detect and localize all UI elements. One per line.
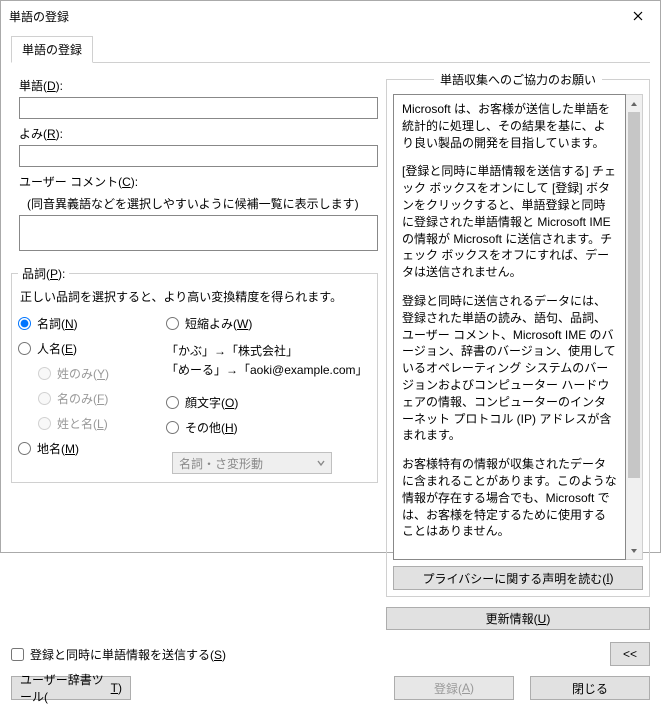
comment-label: ユーザー コメント(C): (19, 173, 378, 190)
chevron-down-icon (317, 456, 325, 470)
radio-mei: 名のみ(F) (38, 390, 154, 407)
window-title: 単語の登録 (9, 8, 615, 25)
example-line1: 「かぶ」→「株式会社」 (166, 342, 371, 361)
yomi-label: よみ(R): (19, 125, 378, 142)
cooperation-legend: 単語収集へのご協力のお願い (434, 71, 602, 88)
scroll-track[interactable] (626, 112, 642, 542)
register-button: 登録(A) (394, 676, 514, 700)
user-dict-tool-button[interactable]: ユーザー辞書ツール(T) (11, 676, 131, 700)
radio-tanshuku[interactable]: 短縮よみ(W) (166, 315, 371, 332)
info-scrollbar[interactable] (626, 94, 643, 560)
collapse-button[interactable]: << (610, 642, 650, 666)
radio-seimei: 姓と名(L) (38, 415, 154, 432)
radio-sonota[interactable]: その他(H) (166, 419, 371, 436)
radio-meishi[interactable]: 名詞(N) (18, 315, 154, 332)
hinshi-note: 正しい品詞を選択すると、より高い変換精度を得られます。 (20, 288, 371, 305)
cooperation-group: 単語収集へのご協力のお願い Microsoft は、お客様が送信した単語を統計的… (386, 71, 650, 597)
close-icon[interactable] (615, 1, 660, 31)
info-para3: 登録と同時に送信されるデータには、登録された単語の読み、語句、品詞、ユーザー コ… (402, 293, 617, 444)
scroll-thumb[interactable] (628, 112, 640, 478)
radio-jinmei[interactable]: 人名(E) (18, 340, 154, 357)
tab-register[interactable]: 単語の登録 (11, 36, 93, 63)
info-para4: お客様特有の情報が収集されたデータに含まれることがあります。このような情報が存在… (402, 456, 617, 540)
scroll-down-icon[interactable] (626, 542, 642, 559)
titlebar: 単語の登録 (1, 1, 660, 31)
tabstrip: 単語の登録 (1, 35, 660, 62)
scroll-up-icon[interactable] (626, 95, 642, 112)
hinshi-group: 品詞(P): 正しい品詞を選択すると、より高い変換精度を得られます。 名詞(N)… (11, 265, 378, 483)
radio-kaomoji[interactable]: 顔文字(O) (166, 394, 371, 411)
info-para2: [登録と同時に単語情報を送信する] チェック ボックスをオンにして [登録] ボ… (402, 163, 617, 281)
radio-sei: 姓のみ(Y) (38, 365, 154, 382)
radio-chimei[interactable]: 地名(M) (18, 440, 154, 457)
dialog-window: 単語の登録 単語の登録 単語(D): よみ(R): ユーザー コメント(C): … (0, 0, 661, 553)
word-input[interactable] (19, 97, 378, 119)
examples: 「かぶ」→「株式会社」 「めーる」→「aoki@example.com」 (166, 342, 371, 380)
comment-input[interactable] (19, 215, 378, 251)
close-button[interactable]: 閉じる (530, 676, 650, 700)
word-label: 単語(D): (19, 77, 378, 94)
sonota-dropdown: 名詞・さ変形動 (172, 452, 332, 474)
send-info-checkbox[interactable]: 登録と同時に単語情報を送信する(S) (11, 646, 226, 663)
dropdown-value: 名詞・さ変形動 (179, 455, 263, 472)
info-para1: Microsoft は、お客様が送信した単語を統計的に処理し、その結果を基に、よ… (402, 101, 617, 151)
privacy-button[interactable]: プライバシーに関する声明を読む(I) (393, 566, 643, 590)
info-textbox: Microsoft は、お客様が送信した単語を統計的に処理し、その結果を基に、よ… (393, 94, 626, 560)
yomi-input[interactable] (19, 145, 378, 167)
example-line2: 「めーる」→「aoki@example.com」 (166, 361, 371, 380)
update-info-button[interactable]: 更新情報(U) (386, 607, 650, 630)
hinshi-legend: 品詞(P): (18, 265, 69, 282)
comment-hint: (同音異義語などを選択しやすいように候補一覧に表示します) (27, 195, 378, 212)
